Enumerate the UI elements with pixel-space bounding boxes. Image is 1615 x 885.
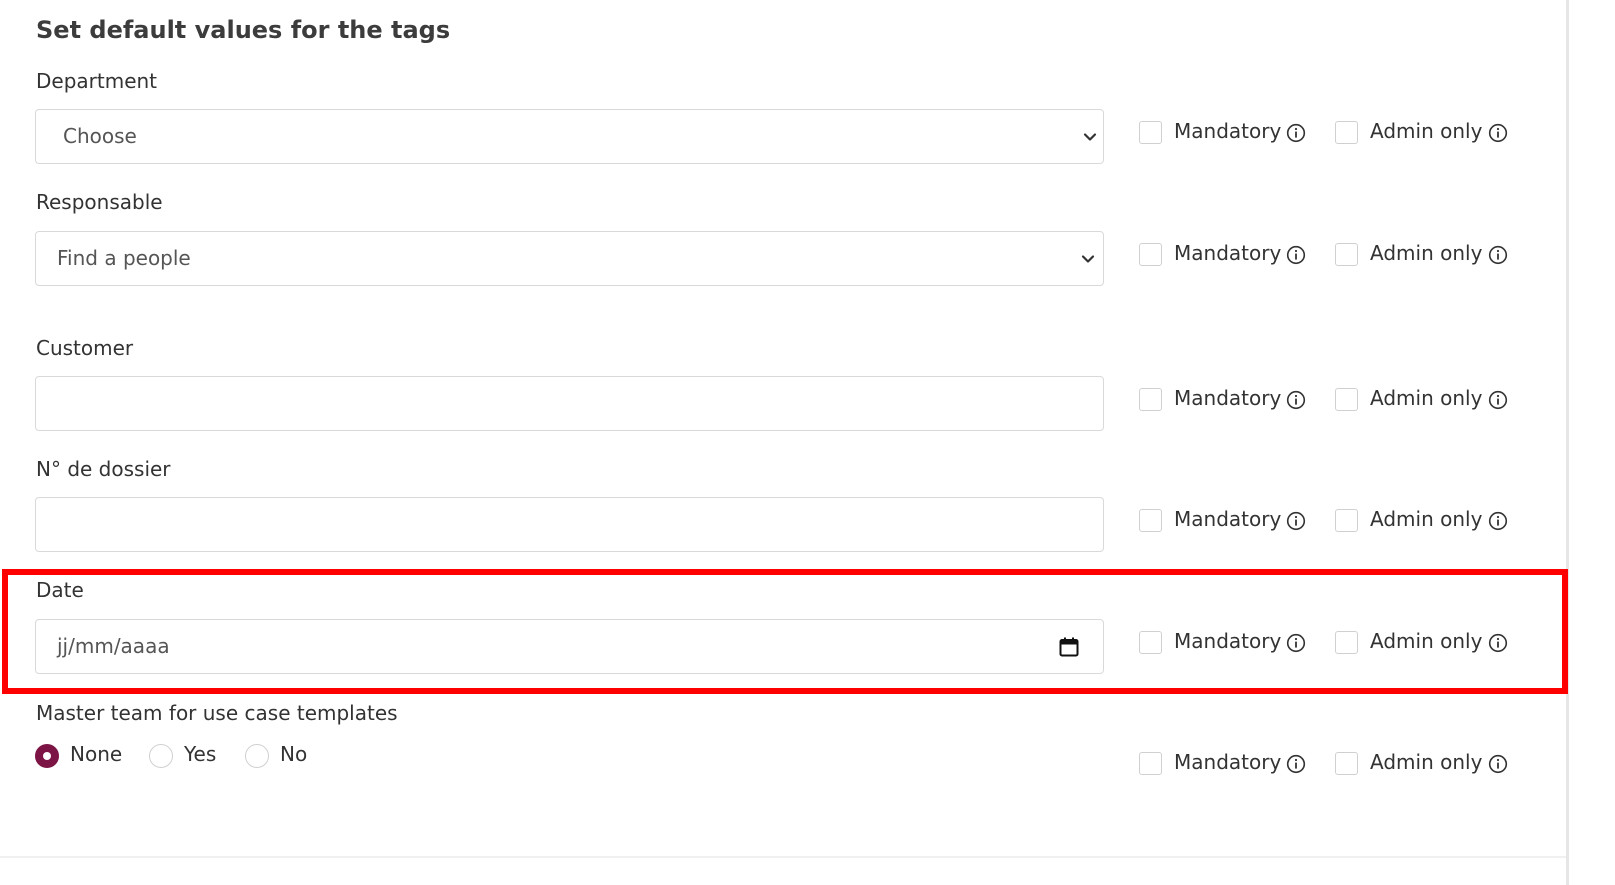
- admin-only-checkbox[interactable]: [1335, 388, 1358, 411]
- admin-only-label: Admin only: [1370, 629, 1483, 653]
- calendar-icon[interactable]: [1058, 636, 1080, 658]
- responsable-placeholder: Find a people: [57, 246, 191, 270]
- mandatory-checkbox[interactable]: [1139, 243, 1162, 266]
- admin-only-label: Admin only: [1370, 507, 1483, 531]
- mandatory-label: Mandatory: [1174, 241, 1282, 265]
- info-icon: [1488, 633, 1508, 653]
- mandatory-label: Mandatory: [1174, 507, 1282, 531]
- admin-only-checkbox[interactable]: [1335, 509, 1358, 532]
- page-title: Set default values for the tags: [36, 16, 451, 44]
- master-team-label: Master team for use case templates: [36, 701, 398, 725]
- radio-none[interactable]: [35, 744, 59, 768]
- info-icon: [1286, 123, 1306, 143]
- info-icon: [1488, 511, 1508, 531]
- dossier-input[interactable]: [35, 497, 1104, 552]
- radio-none-label: None: [70, 742, 123, 766]
- responsable-label: Responsable: [36, 190, 163, 214]
- radio-yes-label: Yes: [184, 742, 217, 766]
- mandatory-checkbox[interactable]: [1139, 509, 1162, 532]
- chevron-down-icon: [1083, 133, 1097, 141]
- info-icon: [1286, 754, 1306, 774]
- department-select[interactable]: Choose: [35, 109, 1104, 164]
- admin-only-label: Admin only: [1370, 386, 1483, 410]
- mandatory-checkbox[interactable]: [1139, 631, 1162, 654]
- admin-only-label: Admin only: [1370, 241, 1483, 265]
- scrollbar-track[interactable]: [1566, 0, 1569, 885]
- customer-label: Customer: [36, 336, 134, 360]
- date-input[interactable]: jj/mm/aaaa: [35, 619, 1104, 674]
- chevron-down-icon: [1081, 255, 1095, 263]
- info-icon: [1488, 123, 1508, 143]
- info-icon: [1488, 390, 1508, 410]
- date-label: Date: [36, 578, 84, 602]
- department-label: Department: [36, 69, 158, 93]
- mandatory-checkbox[interactable]: [1139, 388, 1162, 411]
- admin-only-label: Admin only: [1370, 119, 1483, 143]
- info-icon: [1488, 754, 1508, 774]
- admin-only-label: Admin only: [1370, 750, 1483, 774]
- info-icon: [1488, 245, 1508, 265]
- info-icon: [1286, 245, 1306, 265]
- divider: [0, 856, 1566, 858]
- admin-only-checkbox[interactable]: [1335, 243, 1358, 266]
- radio-no-label: No: [280, 742, 308, 766]
- admin-only-checkbox[interactable]: [1335, 631, 1358, 654]
- department-select-value: Choose: [63, 124, 137, 148]
- radio-no[interactable]: [245, 744, 269, 768]
- info-icon: [1286, 511, 1306, 531]
- mandatory-label: Mandatory: [1174, 386, 1282, 410]
- radio-yes[interactable]: [149, 744, 173, 768]
- admin-only-checkbox[interactable]: [1335, 752, 1358, 775]
- responsable-select[interactable]: Find a people: [35, 231, 1104, 286]
- customer-input[interactable]: [35, 376, 1104, 431]
- info-icon: [1286, 633, 1306, 653]
- mandatory-checkbox[interactable]: [1139, 121, 1162, 144]
- info-icon: [1286, 390, 1306, 410]
- date-input-placeholder: jj/mm/aaaa: [57, 634, 170, 658]
- mandatory-checkbox[interactable]: [1139, 752, 1162, 775]
- admin-only-checkbox[interactable]: [1335, 121, 1358, 144]
- mandatory-label: Mandatory: [1174, 750, 1282, 774]
- mandatory-label: Mandatory: [1174, 119, 1282, 143]
- mandatory-label: Mandatory: [1174, 629, 1282, 653]
- dossier-label: N° de dossier: [36, 457, 171, 481]
